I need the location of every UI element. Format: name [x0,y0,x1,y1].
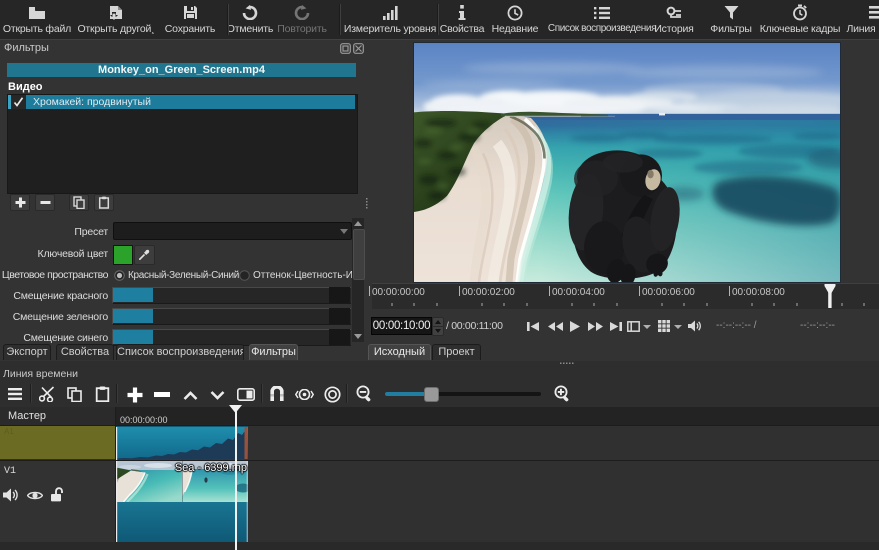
svg-text:00:00:06:00: 00:00:06:00 [642,287,695,298]
svg-text:00:00:00:00: 00:00:00:00 [372,287,425,298]
svg-text:00:00:08:00: 00:00:08:00 [732,287,785,298]
svg-text:00:00:04:00: 00:00:04:00 [552,287,605,298]
svg-text:00:00:02:00: 00:00:02:00 [462,287,515,298]
